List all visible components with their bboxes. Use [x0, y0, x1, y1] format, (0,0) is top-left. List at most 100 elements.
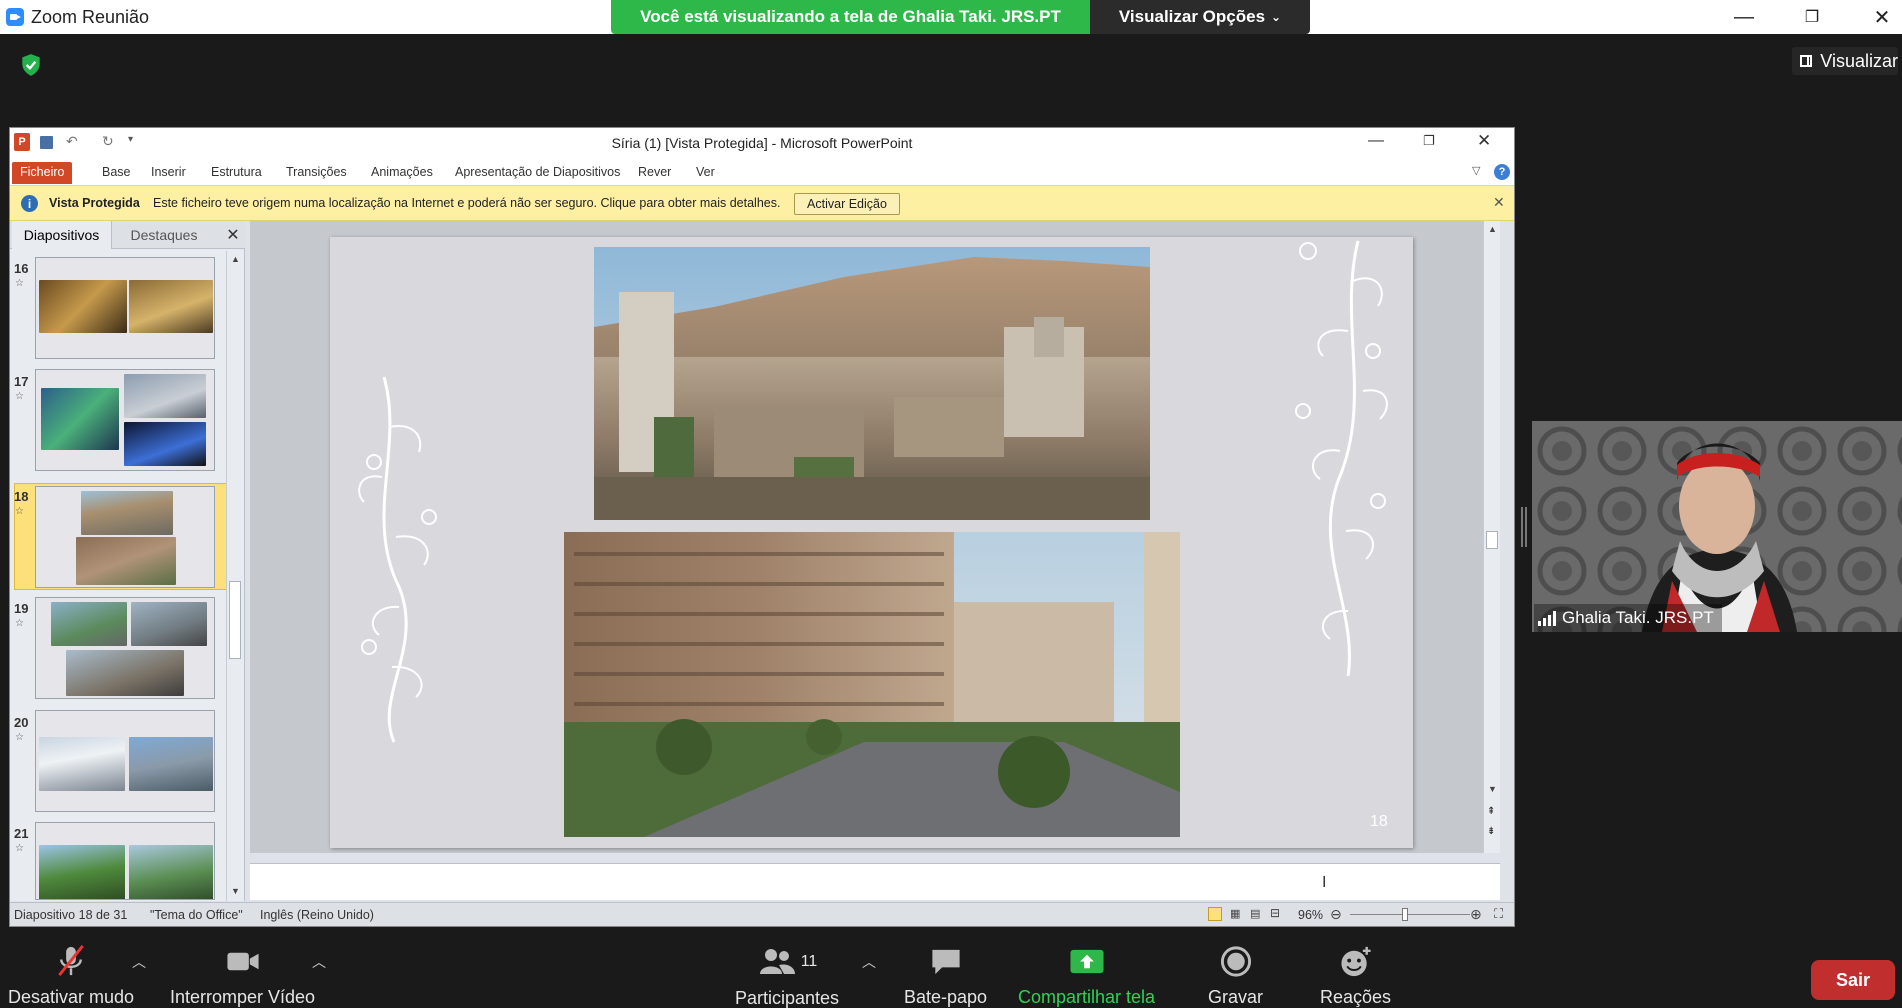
status-language[interactable]: Inglês (Reino Unido)	[260, 908, 374, 922]
signal-strength-icon	[1538, 610, 1556, 626]
enable-editing-button[interactable]: Activar Edição	[794, 193, 900, 215]
tab-animacoes[interactable]: Animações	[363, 162, 441, 184]
thumbnail-number: 18	[14, 489, 29, 504]
restore-button[interactable]: ❐	[1787, 0, 1837, 34]
ribbon-collapse-icon[interactable]: ▽	[1472, 164, 1480, 177]
slide-thumbnail-16[interactable]	[35, 257, 215, 359]
text-cursor-icon: I	[1322, 874, 1327, 891]
tab-transicoes[interactable]: Transições	[278, 162, 355, 184]
minimize-button[interactable]: —	[1719, 0, 1769, 34]
tab-apresentacao[interactable]: Apresentação de Diapositivos	[447, 162, 628, 184]
tab-diapositivos[interactable]: Diapositivos	[12, 221, 112, 249]
zoom-level[interactable]: 96%	[1298, 908, 1323, 922]
powerpoint-window: P ↶ ↻ ▾ Síria (1) [Vista Protegida] - Mi…	[9, 127, 1515, 927]
editor-scrollbar[interactable]: ▲ ▼ ⇞ ⇟	[1483, 221, 1500, 853]
reactions-button[interactable]: Reações	[1320, 944, 1391, 1008]
transition-icon: ☆	[15, 506, 24, 517]
tab-base[interactable]: Base	[94, 162, 139, 184]
record-label: Gravar	[1208, 987, 1264, 1007]
floral-decoration-left-icon	[358, 376, 437, 743]
thumbnail-number: 16	[14, 261, 29, 276]
zoom-logo-icon	[6, 8, 24, 26]
close-message-icon[interactable]: ✕	[1493, 194, 1505, 211]
floral-decoration-right-icon	[1295, 240, 1388, 677]
visualizar-button[interactable]: Visualizar	[1792, 47, 1898, 75]
share-screen-button[interactable]: Compartilhar tela	[1018, 944, 1155, 1008]
video-camera-icon	[226, 952, 259, 971]
tab-rever[interactable]: Rever	[630, 162, 679, 184]
scroll-thumb[interactable]	[229, 581, 241, 659]
participants-options-chevron-icon[interactable]: ︿	[862, 952, 876, 972]
participant-video[interactable]	[1532, 421, 1902, 632]
scroll-down-icon[interactable]: ▼	[1488, 784, 1497, 794]
slide-thumbnail-18[interactable]	[35, 486, 215, 588]
normal-view-icon[interactable]	[1208, 907, 1222, 921]
share-banner: Você está visualizando a tela de Ghalia …	[611, 0, 1090, 34]
close-panel-icon[interactable]: ✕	[223, 221, 243, 249]
slide-thumbnail-19[interactable]	[35, 597, 215, 699]
help-icon[interactable]: ?	[1494, 164, 1510, 180]
participants-count: 11	[800, 953, 818, 970]
status-theme: "Tema do Office"	[150, 908, 243, 922]
participants-icon	[759, 949, 795, 974]
protected-view-label: Vista Protegida	[49, 196, 140, 210]
slide-thumbnail-17[interactable]	[35, 369, 215, 471]
participant-video-frame	[1532, 421, 1902, 632]
transition-icon: ☆	[15, 843, 24, 854]
next-slide-icon[interactable]: ⇟	[1487, 826, 1495, 837]
ribbon-tabs: Ficheiro Base Inserir Estrutura Transiçõ…	[10, 158, 1514, 186]
shield-icon[interactable]	[18, 52, 44, 78]
scroll-up-icon[interactable]: ▲	[1488, 224, 1497, 234]
tab-ficheiro[interactable]: Ficheiro	[12, 162, 73, 184]
tab-ver[interactable]: Ver	[688, 162, 723, 184]
video-options-chevron-icon[interactable]: ︿	[312, 952, 326, 972]
chat-button[interactable]: Bate-papo	[904, 944, 987, 1008]
record-icon	[1220, 946, 1251, 977]
slide-thumbnail-21[interactable]	[35, 822, 215, 900]
tab-destaques[interactable]: Destaques	[114, 221, 214, 249]
thumbnail-number: 19	[14, 601, 29, 616]
previous-slide-icon[interactable]: ⇞	[1487, 806, 1495, 817]
audio-options-chevron-icon[interactable]: ︿	[132, 952, 146, 972]
panel-scrollbar[interactable]: ▲ ▼	[226, 251, 243, 901]
slides-panel: Diapositivos Destaques ✕ 16 ☆ 17 ☆ 18 ☆	[10, 221, 245, 901]
resize-handle[interactable]	[1521, 507, 1527, 547]
ppt-restore-button[interactable]: ❐	[1423, 133, 1435, 149]
view-options-button[interactable]: Visualizar Opções ⌄	[1090, 0, 1310, 34]
grid-icon	[1800, 55, 1813, 67]
ppt-close-button[interactable]: ✕	[1477, 131, 1491, 151]
thumbnail-number: 20	[14, 715, 29, 730]
reading-view-icon[interactable]: ▤	[1250, 907, 1260, 920]
zoom-slider[interactable]	[1350, 914, 1470, 915]
scroll-thumb[interactable]	[1486, 531, 1498, 549]
transition-icon: ☆	[15, 391, 24, 402]
slideshow-icon[interactable]: ⊟	[1270, 906, 1280, 920]
slide-photo-damascus-skyline[interactable]	[594, 247, 1150, 520]
slide-photo-damascus-street[interactable]	[564, 532, 1180, 837]
record-button[interactable]: Gravar	[1208, 944, 1263, 1008]
slide-number: 18	[1370, 813, 1388, 830]
ppt-titlebar: P ↶ ↻ ▾ Síria (1) [Vista Protegida] - Mi…	[10, 128, 1514, 158]
zoom-slider-thumb[interactable]	[1402, 908, 1408, 921]
notes-pane[interactable]: I	[250, 863, 1500, 900]
zoom-out-icon[interactable]: ⊖	[1330, 906, 1342, 923]
visualizar-label: Visualizar	[1820, 50, 1898, 71]
mute-button[interactable]: Desativar mudo	[8, 944, 134, 1008]
participant-name: Ghalia Taki. JRS.PT	[1562, 608, 1714, 627]
slide-thumbnail-20[interactable]	[35, 710, 215, 812]
stop-video-button[interactable]: Interromper Vídeo	[170, 944, 315, 1008]
zoom-in-icon[interactable]: ⊕	[1470, 906, 1482, 923]
slide-sorter-icon[interactable]: ▦	[1230, 907, 1240, 920]
ppt-minimize-button[interactable]: —	[1368, 132, 1384, 150]
tab-inserir[interactable]: Inserir	[143, 162, 194, 184]
scroll-up-icon[interactable]: ▲	[231, 254, 240, 264]
participants-button[interactable]: 11 Participantes	[735, 944, 839, 1008]
tab-estrutura[interactable]: Estrutura	[203, 162, 270, 184]
slide-canvas[interactable]: 18	[330, 237, 1413, 848]
transition-icon: ☆	[15, 618, 24, 629]
close-button[interactable]: ✕	[1857, 0, 1902, 34]
scroll-down-icon[interactable]: ▼	[231, 886, 240, 896]
fit-to-window-icon[interactable]: ⛶	[1494, 906, 1503, 922]
leave-meeting-button[interactable]: Sair	[1811, 960, 1895, 1000]
protected-view-message[interactable]: Este ficheiro teve origem numa localizaç…	[153, 196, 780, 210]
